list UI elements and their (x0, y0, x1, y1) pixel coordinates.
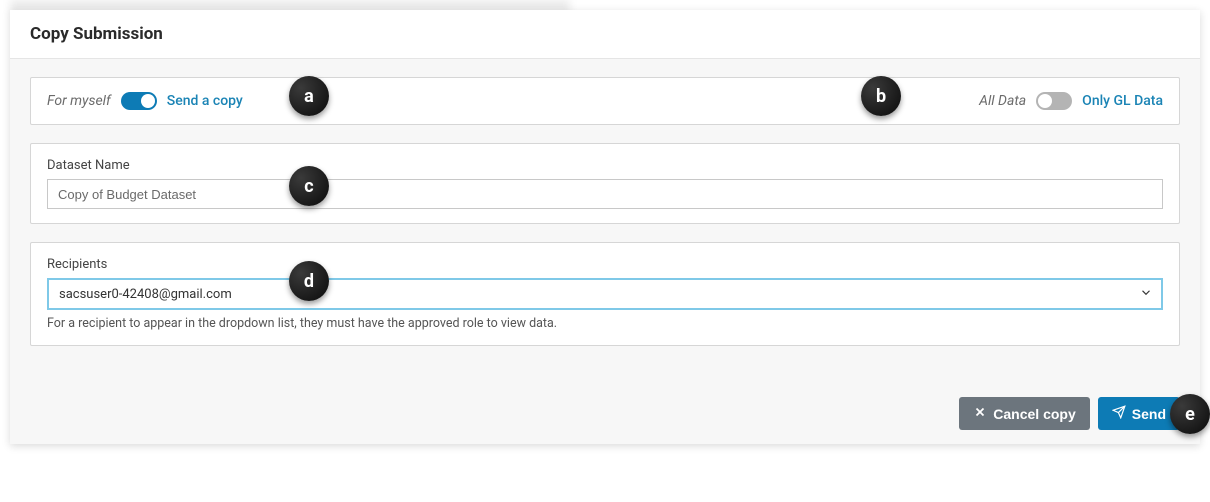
recipients-help-text: For a recipient to appear in the dropdow… (47, 316, 1163, 331)
dialog-title: Copy Submission (30, 24, 1180, 44)
annotation-e: e (1170, 394, 1210, 434)
cancel-button-label: Cancel copy (993, 406, 1075, 422)
recipients-dropdown[interactable]: sacsuser0-42408@gmail.com (47, 278, 1163, 310)
send-button[interactable]: Send (1098, 397, 1180, 430)
data-scope-on-label: Only GL Data (1082, 93, 1163, 109)
toggle-panel: For myself Send a copy All Data Only GL … (30, 77, 1180, 125)
data-scope-off-label: All Data (979, 93, 1026, 109)
copy-mode-on-label: Send a copy (167, 93, 243, 109)
cancel-button[interactable]: Cancel copy (959, 397, 1089, 430)
copy-submission-dialog: Copy Submission For myself Send a copy A… (10, 10, 1200, 444)
data-scope-switch[interactable] (1036, 92, 1072, 110)
send-icon (1112, 405, 1126, 422)
dialog-header: Copy Submission (10, 10, 1200, 59)
recipients-label: Recipients (47, 257, 1163, 272)
send-button-label: Send (1132, 406, 1166, 422)
recipients-selected-value: sacsuser0-42408@gmail.com (59, 287, 232, 302)
recipients-select-wrap: sacsuser0-42408@gmail.com (47, 278, 1163, 310)
data-scope-toggle-group: All Data Only GL Data (979, 92, 1163, 110)
dialog-body: For myself Send a copy All Data Only GL … (10, 59, 1200, 444)
dialog-button-row: Cancel copy Send (959, 397, 1180, 430)
annotation-c: c (289, 166, 329, 206)
recipients-panel: Recipients sacsuser0-42408@gmail.com For… (30, 242, 1180, 346)
copy-mode-toggle-group: For myself Send a copy (47, 92, 243, 110)
copy-mode-switch[interactable] (121, 92, 157, 110)
switch-knob (141, 94, 155, 108)
copy-mode-off-label: For myself (47, 93, 111, 109)
dataset-name-input[interactable] (47, 179, 1163, 209)
close-icon (973, 405, 987, 422)
switch-knob (1038, 94, 1052, 108)
annotation-d: d (289, 261, 329, 301)
dataset-label: Dataset Name (47, 158, 1163, 173)
annotation-a: a (289, 76, 329, 116)
toggle-row: For myself Send a copy All Data Only GL … (47, 92, 1163, 110)
dataset-panel: Dataset Name c (30, 143, 1180, 224)
annotation-b: b (861, 76, 901, 116)
